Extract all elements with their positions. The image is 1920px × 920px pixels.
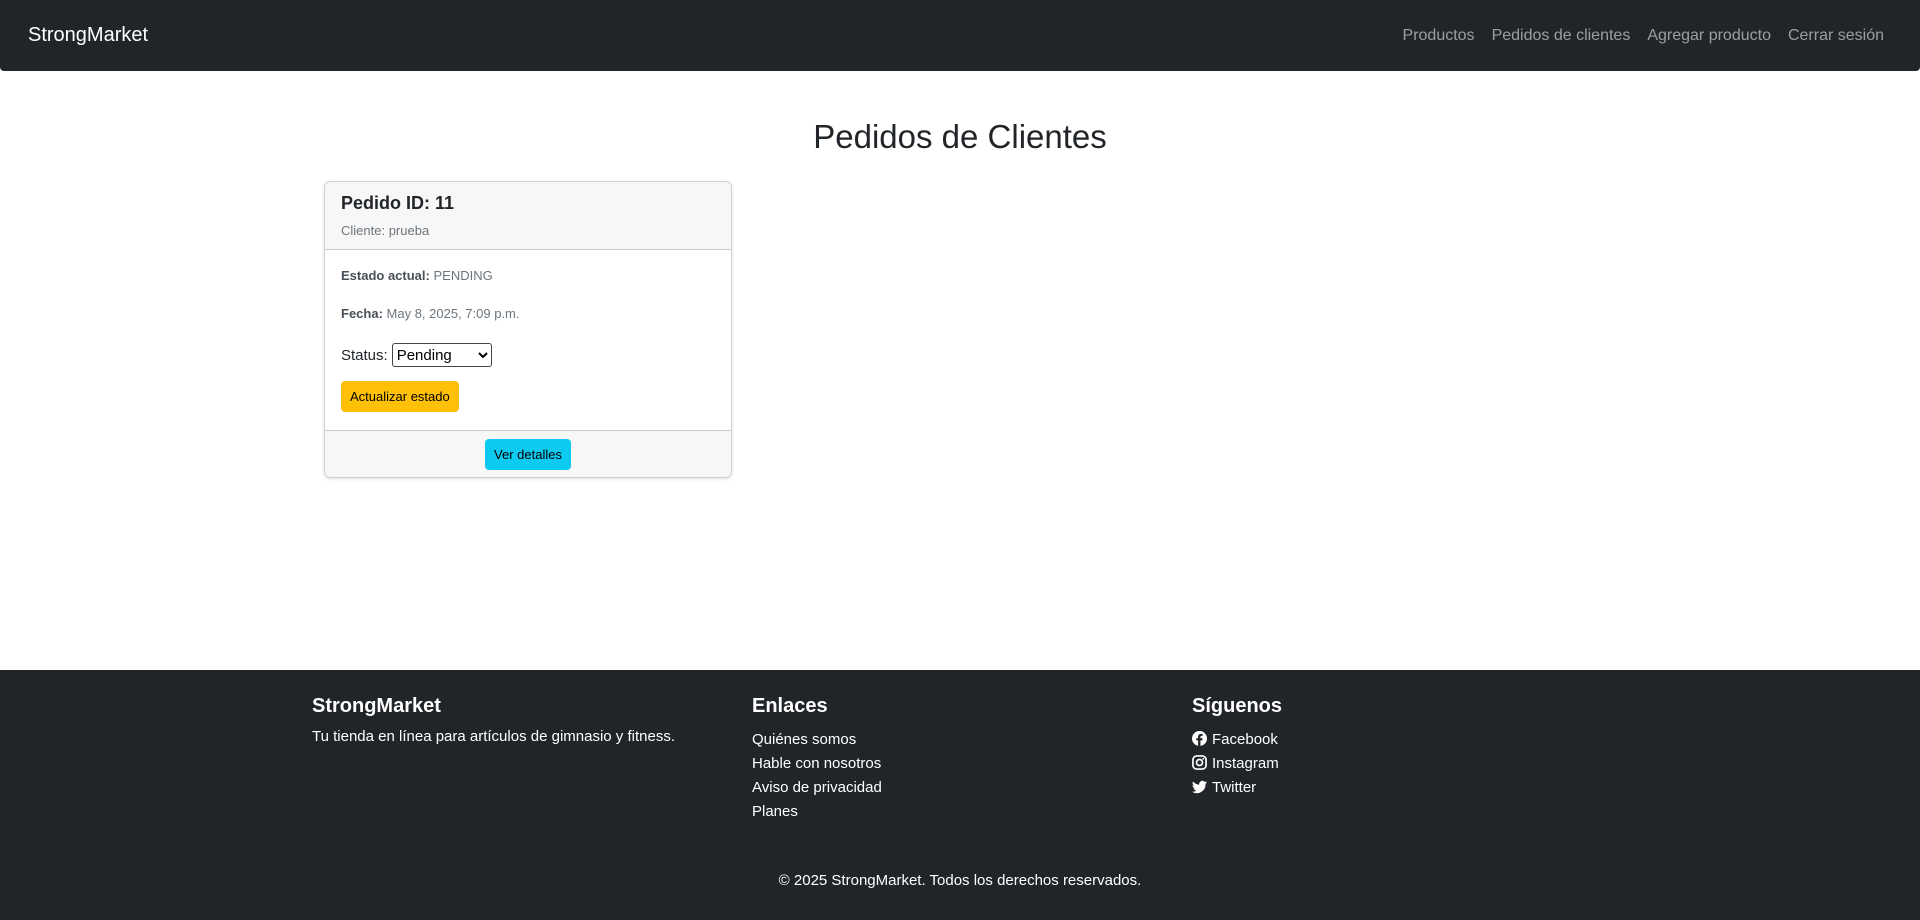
site-footer: StrongMarket Tu tienda en línea para art… — [0, 670, 1920, 920]
order-title: Pedido ID: 11 — [341, 193, 455, 213]
status-label: Estado actual: — [341, 268, 430, 283]
order-client: Cliente: prueba — [341, 223, 430, 238]
instagram-link[interactable]: Instagram — [1192, 755, 1279, 772]
facebook-label: Facebook — [1212, 731, 1278, 748]
footer-link-item: Hable con nosotros — [752, 752, 882, 776]
footer-social-col: Síguenos Facebook Instagram Twitter — [1192, 695, 1282, 800]
footer-links-title: Enlaces — [752, 695, 828, 717]
footer-social-item: Twitter — [1192, 776, 1282, 800]
twitter-icon — [1192, 780, 1207, 794]
nav-agregar-producto[interactable]: Agregar producto — [1647, 27, 1771, 45]
footer-brand-title: StrongMarket — [312, 695, 441, 717]
footer-link-aviso-privacidad[interactable]: Aviso de privacidad — [752, 779, 882, 796]
footer-link-item: Aviso de privacidad — [752, 776, 882, 800]
nav-pedidos-clientes[interactable]: Pedidos de clientes — [1492, 27, 1631, 45]
order-card: Pedido ID: 11 Cliente: prueba Estado act… — [324, 181, 732, 478]
footer-link-hable-con-nosotros[interactable]: Hable con nosotros — [752, 755, 881, 772]
footer-social-item: Facebook — [1192, 728, 1282, 752]
instagram-icon — [1192, 755, 1207, 770]
nav-links: Productos Pedidos de clientes Agregar pr… — [1403, 27, 1892, 45]
footer-link-quienes-somos[interactable]: Quiénes somos — [752, 731, 856, 748]
navbar: StrongMarket Productos Pedidos de client… — [0, 0, 1920, 71]
footer-link-planes[interactable]: Planes — [752, 803, 798, 820]
facebook-link[interactable]: Facebook — [1192, 731, 1278, 748]
status-value: PENDING — [433, 268, 493, 283]
copyright-text: © 2025 StrongMarket. Todos los derechos … — [778, 872, 1142, 889]
update-status-button[interactable]: Actualizar estado — [341, 381, 459, 412]
date-label: Fecha: — [341, 306, 383, 321]
page-title: Pedidos de Clientes — [813, 118, 1107, 155]
twitter-label: Twitter — [1212, 779, 1257, 796]
date-value: May 8, 2025, 7:09 p.m. — [386, 306, 520, 321]
order-status-line: Estado actual: PENDING — [341, 267, 715, 285]
nav-productos[interactable]: Productos — [1403, 27, 1475, 45]
brand-link[interactable]: StrongMarket — [28, 24, 148, 47]
order-card-header: Pedido ID: 11 Cliente: prueba — [325, 182, 731, 250]
order-card-footer: Ver detalles — [325, 430, 731, 477]
order-date-line: Fecha: May 8, 2025, 7:09 p.m. — [341, 305, 715, 323]
footer-link-item: Quiénes somos — [752, 728, 882, 752]
status-select[interactable]: Pending — [391, 343, 492, 367]
status-select-row: Status: Pending — [341, 343, 715, 367]
nav-cerrar-sesion[interactable]: Cerrar sesión — [1788, 27, 1884, 45]
twitter-link[interactable]: Twitter — [1192, 779, 1256, 796]
footer-links-col: Enlaces Quiénes somos Hable con nosotros… — [752, 695, 882, 824]
footer-brand-col: StrongMarket Tu tienda en línea para art… — [312, 695, 675, 745]
view-details-button[interactable]: Ver detalles — [485, 439, 571, 470]
order-card-body: Estado actual: PENDING Fecha: May 8, 202… — [325, 250, 731, 430]
footer-social-title: Síguenos — [1192, 695, 1283, 717]
instagram-label: Instagram — [1212, 755, 1279, 772]
footer-links-list: Quiénes somos Hable con nosotros Aviso d… — [752, 728, 882, 824]
status-select-label: Status: — [341, 346, 388, 364]
footer-brand-text: Tu tienda en línea para artículos de gim… — [312, 728, 675, 745]
facebook-icon — [1192, 731, 1207, 746]
footer-link-item: Planes — [752, 800, 882, 824]
footer-social-list: Facebook Instagram Twitter — [1192, 728, 1282, 800]
footer-social-item: Instagram — [1192, 752, 1282, 776]
